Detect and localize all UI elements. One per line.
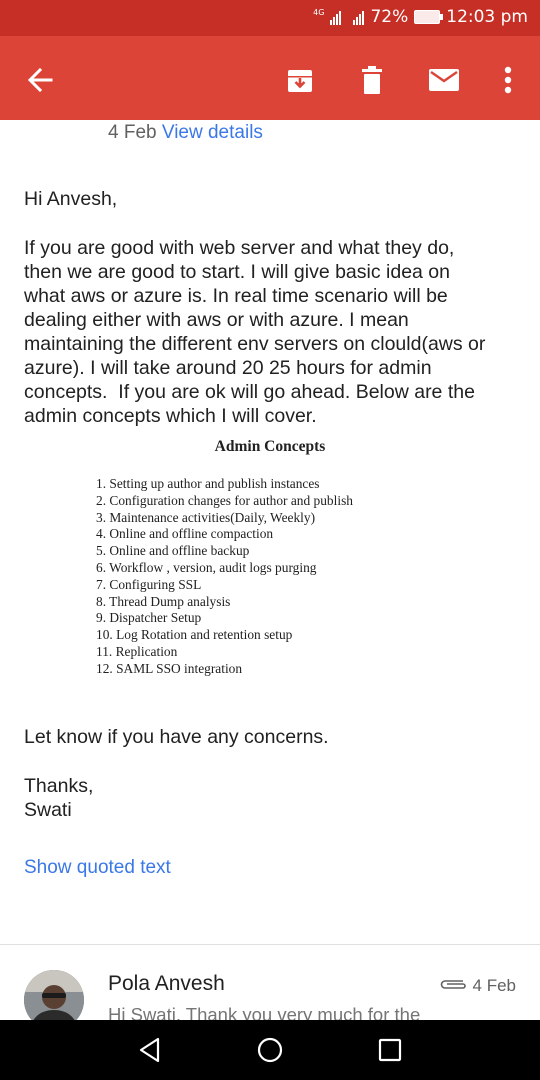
show-quoted-text-link[interactable]: Show quoted text	[24, 857, 171, 879]
attachment-icon	[439, 976, 467, 996]
battery-percent: 72%	[370, 7, 409, 27]
concept-item: 8. Thread Dump analysis	[96, 593, 231, 609]
concept-item: 6. Workflow , version, audit logs purgin…	[96, 559, 317, 575]
concept-item: 3. Maintenance activities(Daily, Weekly)	[96, 509, 316, 525]
thanks-line: Thanks,	[24, 775, 94, 797]
greeting: Hi Anvesh,	[24, 188, 118, 210]
view-details-link[interactable]: View details	[162, 122, 263, 143]
signal-icon	[330, 9, 342, 25]
network-type: 4G	[313, 8, 325, 17]
mark-unread-icon[interactable]	[424, 60, 464, 100]
signal-icon-2	[353, 9, 365, 25]
body-line: then we are good to start. I will give b…	[24, 261, 450, 283]
message-date: 4 Feb	[108, 122, 157, 143]
delete-icon[interactable]	[352, 60, 392, 100]
concept-item: 5. Online and offline backup	[96, 543, 250, 559]
message-paragraph: If you are good with web server and what…	[24, 236, 524, 428]
signature: Swati	[24, 799, 72, 821]
body-line: maintaining the different env servers on…	[24, 333, 486, 355]
body-line: admin concepts which I will cover.	[24, 405, 317, 427]
battery-icon	[414, 10, 444, 24]
status-bar: 4G 72% 12:03 pm	[0, 0, 540, 36]
sign-off: Thanks, Swati	[24, 774, 93, 822]
concept-item: 7. Configuring SSL	[96, 576, 202, 592]
reply-sender: Pola Anvesh	[108, 972, 225, 995]
divider	[0, 944, 540, 945]
concept-item: 4. Online and offline compaction	[96, 526, 274, 542]
concept-item: 10. Log Rotation and retention setup	[96, 627, 293, 643]
concept-item: 11. Replication	[96, 643, 178, 659]
concept-item: 9. Dispatcher Setup	[96, 610, 202, 626]
app-bar	[0, 36, 540, 120]
concept-item: 2. Configuration changes for author and …	[96, 492, 353, 508]
back-arrow-icon[interactable]	[20, 60, 60, 100]
reply-date: 4 Feb	[472, 976, 516, 995]
concept-list: 1. Setting up author and publish instanc…	[96, 476, 353, 678]
body-line: concepts. If you are ok will go ahead. B…	[24, 381, 475, 403]
navigation-bar	[0, 1020, 540, 1080]
message-meta: 4 Feb View details	[108, 122, 263, 144]
closing-line: Let know if you have any concerns.	[24, 726, 329, 748]
back-triangle-icon[interactable]	[134, 1034, 166, 1066]
reply-snippet[interactable]: Hi Swati, Thank you very much for the	[108, 1004, 420, 1020]
body-line: azure). I will take around 20 25 hours f…	[24, 357, 432, 379]
concept-item: 12. SAML SSO integration	[96, 660, 243, 676]
home-circle-icon[interactable]	[254, 1034, 286, 1066]
body-line: dealing either with aws or with azure. I…	[24, 309, 409, 331]
concept-item: 1. Setting up author and publish instanc…	[96, 476, 320, 491]
archive-icon[interactable]	[280, 60, 320, 100]
status-time: 12:03 pm	[446, 7, 528, 27]
recents-square-icon[interactable]	[374, 1034, 406, 1066]
status-indicators: 4G 72% 12:03 pm	[313, 7, 528, 27]
body-line: what aws or azure is. In real time scena…	[24, 285, 448, 307]
reply-date-group: 4 Feb	[439, 976, 516, 996]
more-vertical-icon[interactable]	[488, 60, 528, 100]
avatar[interactable]	[24, 970, 84, 1020]
message-content: 4 Feb View details Hi Anvesh, If you are…	[0, 120, 540, 1020]
body-line: If you are good with web server and what…	[24, 237, 455, 259]
concepts-title: Admin Concepts	[214, 438, 326, 455]
